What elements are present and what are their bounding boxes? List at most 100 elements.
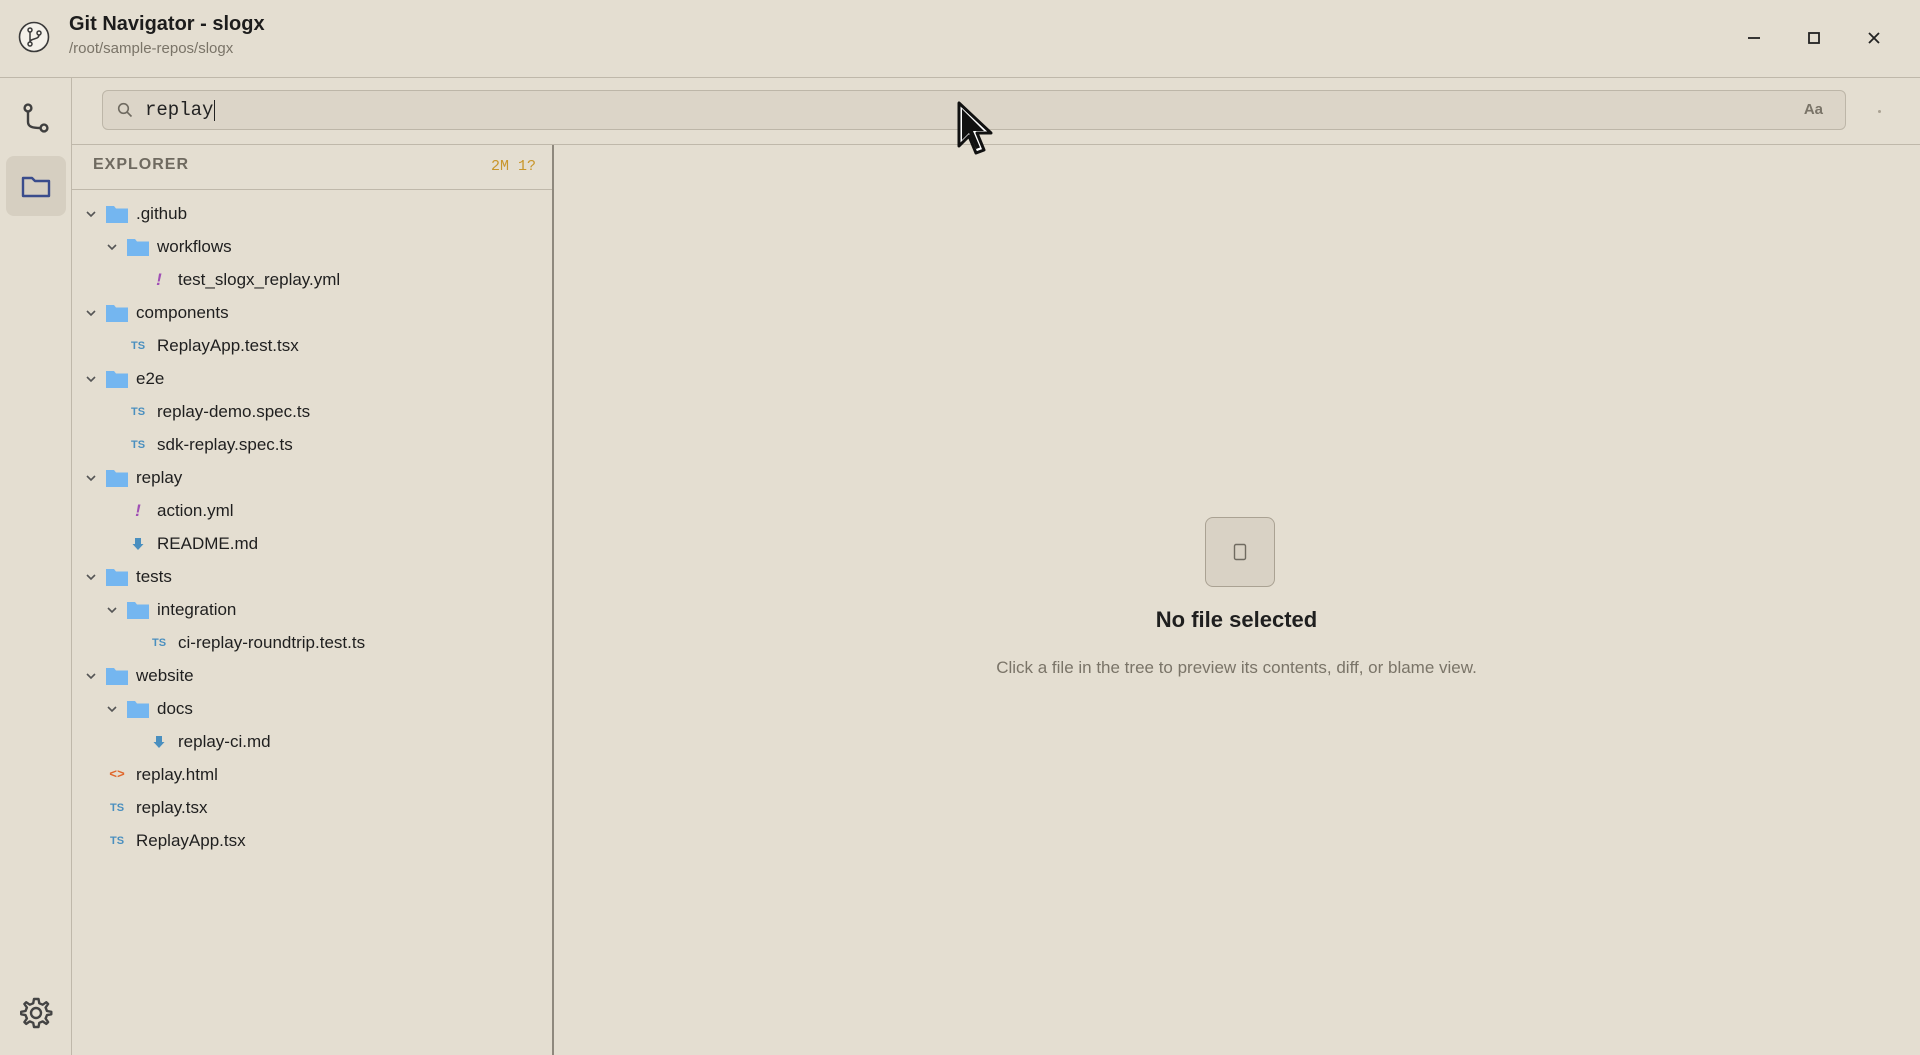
yaml-file-icon: ! <box>156 269 162 289</box>
tree-item-label: docs <box>157 698 193 718</box>
explorer-panel: EXPLORER 2M 1? .github workflows! test_slo… <box>72 145 554 1055</box>
tree-folder-row[interactable]: .github <box>72 197 552 230</box>
file-tree: .github workflows! test_slogx_replay.ymlco… <box>72 197 552 857</box>
chevron-down-icon[interactable] <box>82 205 100 223</box>
chevron-down-icon[interactable] <box>82 304 100 322</box>
markdown-file-icon <box>146 732 172 752</box>
tree-folder-row[interactable]: components <box>72 296 552 329</box>
tree-folder-row[interactable]: e2e <box>72 362 552 395</box>
tree-folder-row[interactable]: replay <box>72 461 552 494</box>
tree-item-label: replay-demo.spec.ts <box>157 401 311 421</box>
typescript-file-icon: TS <box>130 405 146 418</box>
chevron-down-icon[interactable] <box>103 700 121 718</box>
file-icon <box>1233 543 1247 561</box>
match-case-toggle[interactable]: Aa <box>1804 101 1823 118</box>
search-icon <box>117 102 133 118</box>
folder-icon <box>21 176 51 198</box>
tree-file-row[interactable]: README.md <box>72 527 552 560</box>
typescript-file-icon: TS <box>151 636 167 649</box>
preview-pane: No file selected Click a file in the tre… <box>553 145 1920 1055</box>
search-query: replay <box>145 99 216 121</box>
tree-item-label: ci-replay-roundtrip.test.ts <box>178 632 366 652</box>
search-query-text: replay <box>145 99 214 121</box>
folder-icon <box>104 567 130 587</box>
tree-folder-row[interactable]: workflows <box>72 230 552 263</box>
explorer-header: EXPLORER 2M 1? <box>72 145 552 190</box>
yaml-file-icon: ! <box>135 500 141 520</box>
explorer-title: EXPLORER <box>93 156 190 173</box>
close-button[interactable] <box>1856 20 1892 56</box>
close-icon <box>1868 32 1880 44</box>
chevron-down-icon[interactable] <box>103 238 121 256</box>
tree-file-row[interactable]: TS replay.tsx <box>72 791 552 824</box>
maximize-button[interactable] <box>1796 20 1832 56</box>
window-title: Git Navigator - slogx <box>69 13 265 35</box>
tree-file-row[interactable]: <> replay.html <box>72 758 552 791</box>
maximize-icon <box>1808 32 1820 44</box>
folder-icon <box>125 600 151 620</box>
tree-file-row[interactable]: ! test_slogx_replay.yml <box>72 263 552 296</box>
tree-file-row[interactable]: TS ci-replay-roundtrip.test.ts <box>72 626 552 659</box>
tree-item-label: ReplayApp.tsx <box>136 830 246 850</box>
folder-icon <box>104 666 130 686</box>
git-status-summary: 2M 1? <box>490 158 536 175</box>
tree-folder-row[interactable]: docs <box>72 692 552 725</box>
tree-file-row[interactable]: TS ReplayApp.tsx <box>72 824 552 857</box>
tree-item-label: website <box>136 665 194 685</box>
typescript-file-icon: TS <box>109 801 125 814</box>
minimize-button[interactable] <box>1736 20 1772 56</box>
git-navigator-logo-icon <box>18 21 50 53</box>
title-bar: Git Navigator - slogx /root/sample-repos… <box>0 0 1920 78</box>
explorer-button[interactable] <box>6 156 66 216</box>
folder-icon <box>104 468 130 488</box>
tree-file-row[interactable]: TS sdk-replay.spec.ts <box>72 428 552 461</box>
text-caret <box>214 99 216 121</box>
markdown-file-icon <box>125 534 151 554</box>
tree-folder-row[interactable]: website <box>72 659 552 692</box>
chevron-down-icon[interactable] <box>82 667 100 685</box>
settings-button[interactable] <box>6 983 66 1043</box>
tree-item-label: tests <box>136 566 172 586</box>
typescript-file-icon: TS <box>109 834 125 847</box>
tree-file-row[interactable]: TS replay-demo.spec.ts <box>72 395 552 428</box>
chevron-down-icon[interactable] <box>82 370 100 388</box>
folder-icon <box>125 699 151 719</box>
tree-file-row[interactable]: ! action.yml <box>72 494 552 527</box>
folder-icon <box>125 237 151 257</box>
tree-file-row[interactable]: replay-ci.md <box>72 725 552 758</box>
repo-path: /root/sample-repos/slogx <box>69 40 234 57</box>
git-branch-icon <box>23 103 49 133</box>
tree-item-label: integration <box>157 599 237 619</box>
tree-item-label: e2e <box>136 368 165 388</box>
empty-state-subtitle: Click a file in the tree to preview its … <box>996 658 1477 677</box>
tree-item-label: action.yml <box>157 500 234 520</box>
tree-item-label: README.md <box>157 533 259 553</box>
tree-item-label: replay.html <box>136 764 218 784</box>
html-file-icon: <> <box>109 767 125 782</box>
typescript-file-icon: TS <box>130 438 146 451</box>
source-control-button[interactable] <box>6 88 66 148</box>
status-dot <box>1878 110 1881 113</box>
activity-bar <box>0 78 72 1055</box>
empty-state-title: No file selected <box>1155 607 1318 632</box>
chevron-down-icon[interactable] <box>82 568 100 586</box>
mouse-pointer-icon <box>957 101 993 155</box>
tree-item-label: test_slogx_replay.yml <box>178 269 341 289</box>
tree-folder-row[interactable]: tests <box>72 560 552 593</box>
chevron-down-icon[interactable] <box>103 601 121 619</box>
tree-file-row[interactable]: TS ReplayApp.test.tsx <box>72 329 552 362</box>
tree-folder-row[interactable]: integration <box>72 593 552 626</box>
typescript-file-icon: TS <box>130 339 146 352</box>
tree-item-label: replay <box>136 467 183 487</box>
chevron-down-icon[interactable] <box>82 469 100 487</box>
folder-icon <box>104 303 130 323</box>
